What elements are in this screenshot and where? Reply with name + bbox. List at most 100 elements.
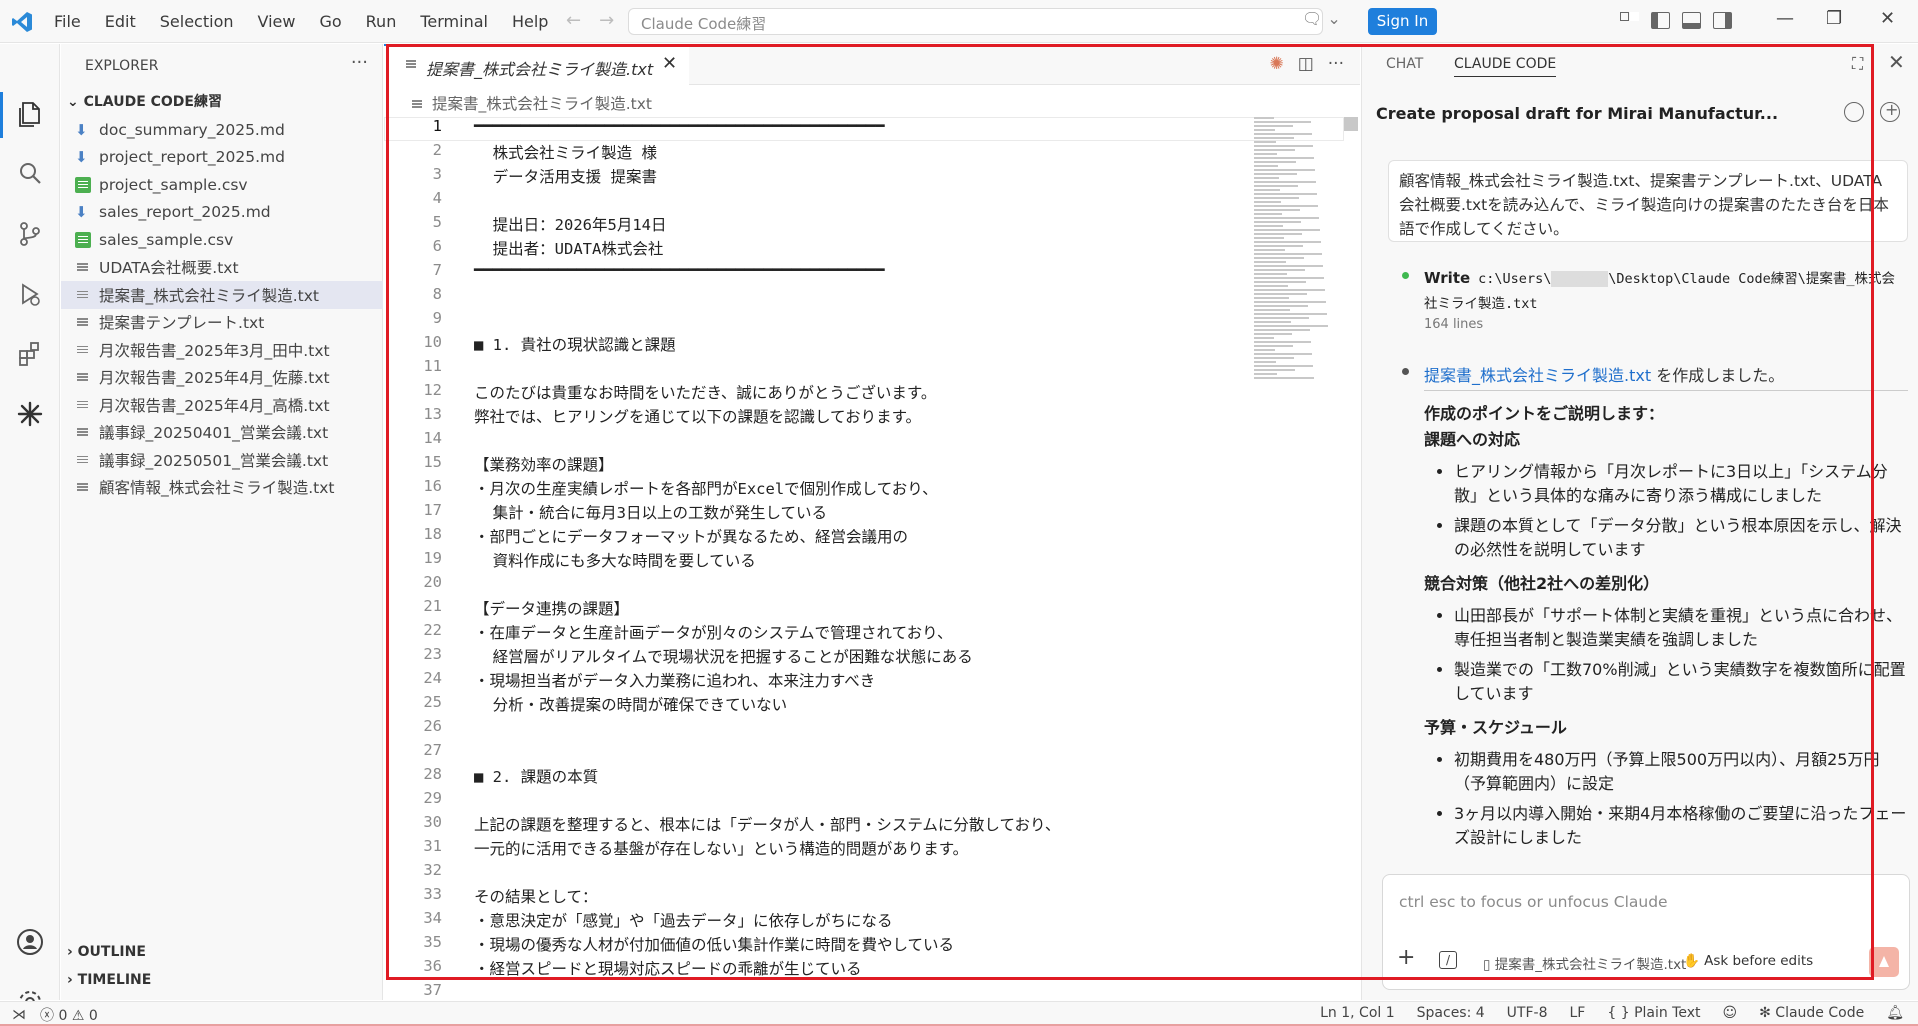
minimize-icon[interactable]: — <box>1776 8 1794 29</box>
code-line[interactable]: 24 ・現場担当者がデータ入力業務に追われ、本来注力すべき <box>384 669 1264 693</box>
cursor-position[interactable]: Ln 1, Col 1 <box>1320 1005 1395 1021</box>
toggle-primary-sidebar-icon[interactable] <box>1651 12 1670 29</box>
code-line[interactable]: 21 【データ連携の課題】 <box>384 597 1264 621</box>
file-item[interactable]: ⬇ sales_report_2025.md <box>61 199 383 227</box>
code-line[interactable]: 1 ━━━━━━━━━━━━━━━━━━━━━━━━━━━━━━━━━━━━━━━… <box>384 117 1264 141</box>
breadcrumb[interactable]: 提案書_株式会社ミライ製造.txt <box>412 92 652 114</box>
extensions-icon[interactable] <box>12 336 48 372</box>
file-item[interactable]: sales_sample.csv <box>61 226 383 254</box>
file-item[interactable]: 月次報告書_2025年3月_田中.txt <box>61 336 383 364</box>
menu-view[interactable]: View <box>258 12 296 31</box>
file-item[interactable]: 顧客情報_株式会社ミライ製造.txt <box>61 474 383 502</box>
code-line[interactable]: 18 ・部門ごとにデータフォーマットが異なるため、経営会議用の <box>384 525 1264 549</box>
code-line[interactable]: 7 ━━━━━━━━━━━━━━━━━━━━━━━━━━━━━━━━━━━━━━━… <box>384 261 1264 285</box>
code-line[interactable]: 29 <box>384 789 1264 813</box>
code-lines[interactable]: 1 ━━━━━━━━━━━━━━━━━━━━━━━━━━━━━━━━━━━━━━━… <box>384 117 1264 1005</box>
maximize-icon[interactable]: ⛶ <box>1852 54 1863 74</box>
more-actions-icon[interactable]: ··· <box>351 52 368 73</box>
copilot-icon[interactable]: ☺ <box>1723 1005 1738 1021</box>
outline-section[interactable]: › OUTLINE <box>67 944 146 960</box>
code-line[interactable]: 10 ■ 1. 貴社の現状認識と課題 <box>384 333 1264 357</box>
code-line[interactable]: 30 上記の課題を整理すると、根本には「データが人・部門・システムに分散しており、 <box>384 813 1264 837</box>
indentation[interactable]: Spaces: 4 <box>1417 1005 1485 1021</box>
code-line[interactable]: 14 <box>384 429 1264 453</box>
file-item[interactable]: 提案書テンプレート.txt <box>61 309 383 337</box>
problems-indicator[interactable]: ⓧ 0 ⚠ 0 <box>40 1005 98 1025</box>
code-line[interactable]: 32 <box>384 861 1264 885</box>
menu-terminal[interactable]: Terminal <box>420 12 488 31</box>
folder-root[interactable]: ⌄ CLAUDE CODE練習 <box>67 91 222 111</box>
code-line[interactable]: 22 ・在庫データと生産計画データが別々のシステムで管理されており、 <box>384 621 1264 645</box>
context-file-chip[interactable]: ▯ 提案書_株式会社ミライ製造.txt <box>1483 953 1686 973</box>
code-line[interactable]: 35 ・現場の優秀な人材が付加価値の低い集計作業に時間を費やしている <box>384 933 1264 957</box>
minimap[interactable] <box>1254 117 1344 517</box>
run-debug-icon[interactable] <box>12 276 48 312</box>
code-line[interactable]: 12 このたびは貴重なお時間をいただき、誠にありがとうございます。 <box>384 381 1264 405</box>
code-line[interactable]: 25 分析・改善提案の時間が確保できていない <box>384 693 1264 717</box>
menu-edit[interactable]: Edit <box>105 12 136 31</box>
file-item[interactable]: 提案書_株式会社ミライ製造.txt <box>61 281 383 309</box>
code-line[interactable]: 4 <box>384 189 1264 213</box>
eol[interactable]: LF <box>1569 1005 1585 1021</box>
search-icon[interactable] <box>12 156 48 192</box>
tab-chat[interactable]: CHAT <box>1386 56 1423 72</box>
file-item[interactable]: 議事録_20250401_営業会議.txt <box>61 419 383 447</box>
customize-layout-icon[interactable] <box>1620 12 1639 29</box>
slash-command-icon[interactable]: / <box>1439 951 1457 969</box>
code-line[interactable]: 6 提出者：UDATA株式会社 <box>384 237 1264 261</box>
claude-status[interactable]: ✻ Claude Code <box>1759 1005 1864 1021</box>
editor-tab[interactable]: 提案書_株式会社ミライ製造.txt ✕ <box>384 44 689 86</box>
toggle-secondary-sidebar-icon[interactable] <box>1713 12 1732 29</box>
restore-icon[interactable]: ❐ <box>1826 8 1842 29</box>
add-icon[interactable]: + <box>1397 945 1415 970</box>
encoding[interactable]: UTF-8 <box>1507 1005 1548 1021</box>
claude-action-icon[interactable]: ✺ <box>1269 54 1283 74</box>
back-arrow-icon[interactable]: ← <box>566 10 599 31</box>
remote-icon[interactable]: ⋊ <box>12 1007 26 1023</box>
code-line[interactable]: 23 経営層がリアルタイムで現場状況を把握することが困難な状態にある <box>384 645 1264 669</box>
notifications-icon[interactable]: 🔔︎ <box>1886 1005 1904 1021</box>
send-button[interactable] <box>1869 947 1899 977</box>
code-line[interactable]: 19 資料作成にも多大な時間を要している <box>384 549 1264 573</box>
tab-claude-code[interactable]: CLAUDE CODE <box>1454 56 1557 77</box>
close-window-icon[interactable]: ✕ <box>1880 8 1895 29</box>
write-tool-call[interactable]: Write c:\Users\xxxxxxx\Desktop\Claude Cod… <box>1424 266 1904 316</box>
scrollbar-thumb[interactable] <box>1344 117 1358 131</box>
prompt-input[interactable]: ctrl esc to focus or unfocus Claude + / … <box>1382 874 1910 990</box>
account-icon[interactable] <box>12 924 48 960</box>
file-item[interactable]: project_sample.csv <box>61 171 383 199</box>
history-icon[interactable] <box>1844 102 1864 122</box>
close-panel-icon[interactable]: ✕ <box>1888 50 1905 74</box>
copilot-chat-icon[interactable]: 🗨︎ ⌄ <box>1302 9 1346 33</box>
new-session-icon[interactable] <box>1880 100 1900 122</box>
file-item[interactable]: 月次報告書_2025年4月_佐藤.txt <box>61 364 383 392</box>
code-line[interactable]: 8 <box>384 285 1264 309</box>
code-line[interactable]: 13 弊社では、ヒアリングを通じて以下の課題を認識しております。 <box>384 405 1264 429</box>
file-item[interactable]: 月次報告書_2025年4月_高橋.txt <box>61 391 383 419</box>
code-line[interactable]: 5 提出日：2026年5月14日 <box>384 213 1264 237</box>
code-line[interactable]: 2 株式会社ミライ製造 様 <box>384 141 1264 165</box>
toggle-panel-icon[interactable] <box>1682 12 1701 29</box>
menu-file[interactable]: File <box>54 12 81 31</box>
code-line[interactable]: 17 集計・統合に毎月3日以上の工数が発生している <box>384 501 1264 525</box>
code-line[interactable]: 26 <box>384 717 1264 741</box>
code-line[interactable]: 34 ・意思決定が「感覚」や「過去データ」に依存しがちになる <box>384 909 1264 933</box>
claude-icon[interactable] <box>12 396 48 432</box>
source-control-icon[interactable] <box>12 216 48 252</box>
more-icon[interactable]: ··· <box>1328 54 1344 74</box>
explorer-icon[interactable] <box>12 96 48 132</box>
command-center[interactable]: Claude Code練習 <box>628 8 1323 35</box>
language-mode[interactable]: { } Plain Text <box>1607 1005 1700 1021</box>
code-line[interactable]: 28 ■ 2. 課題の本質 <box>384 765 1264 789</box>
permission-mode-button[interactable]: ✋ Ask before edits <box>1683 953 1813 969</box>
code-line[interactable]: 20 <box>384 573 1264 597</box>
timeline-section[interactable]: › TIMELINE <box>67 972 151 988</box>
file-item[interactable]: ⬇ project_report_2025.md <box>61 144 383 172</box>
menu-run[interactable]: Run <box>366 12 397 31</box>
menu-help[interactable]: Help <box>512 12 548 31</box>
file-item[interactable]: UDATA会社概要.txt <box>61 254 383 282</box>
file-item[interactable]: ⬇ doc_summary_2025.md <box>61 116 383 144</box>
code-line[interactable]: 31 一元的に活用できる基盤が存在しない」という構造的問題があります。 <box>384 837 1264 861</box>
menu-go[interactable]: Go <box>319 12 341 31</box>
code-line[interactable]: 36 ・経営スピードと現場対応スピードの乖離が生じている <box>384 957 1264 981</box>
